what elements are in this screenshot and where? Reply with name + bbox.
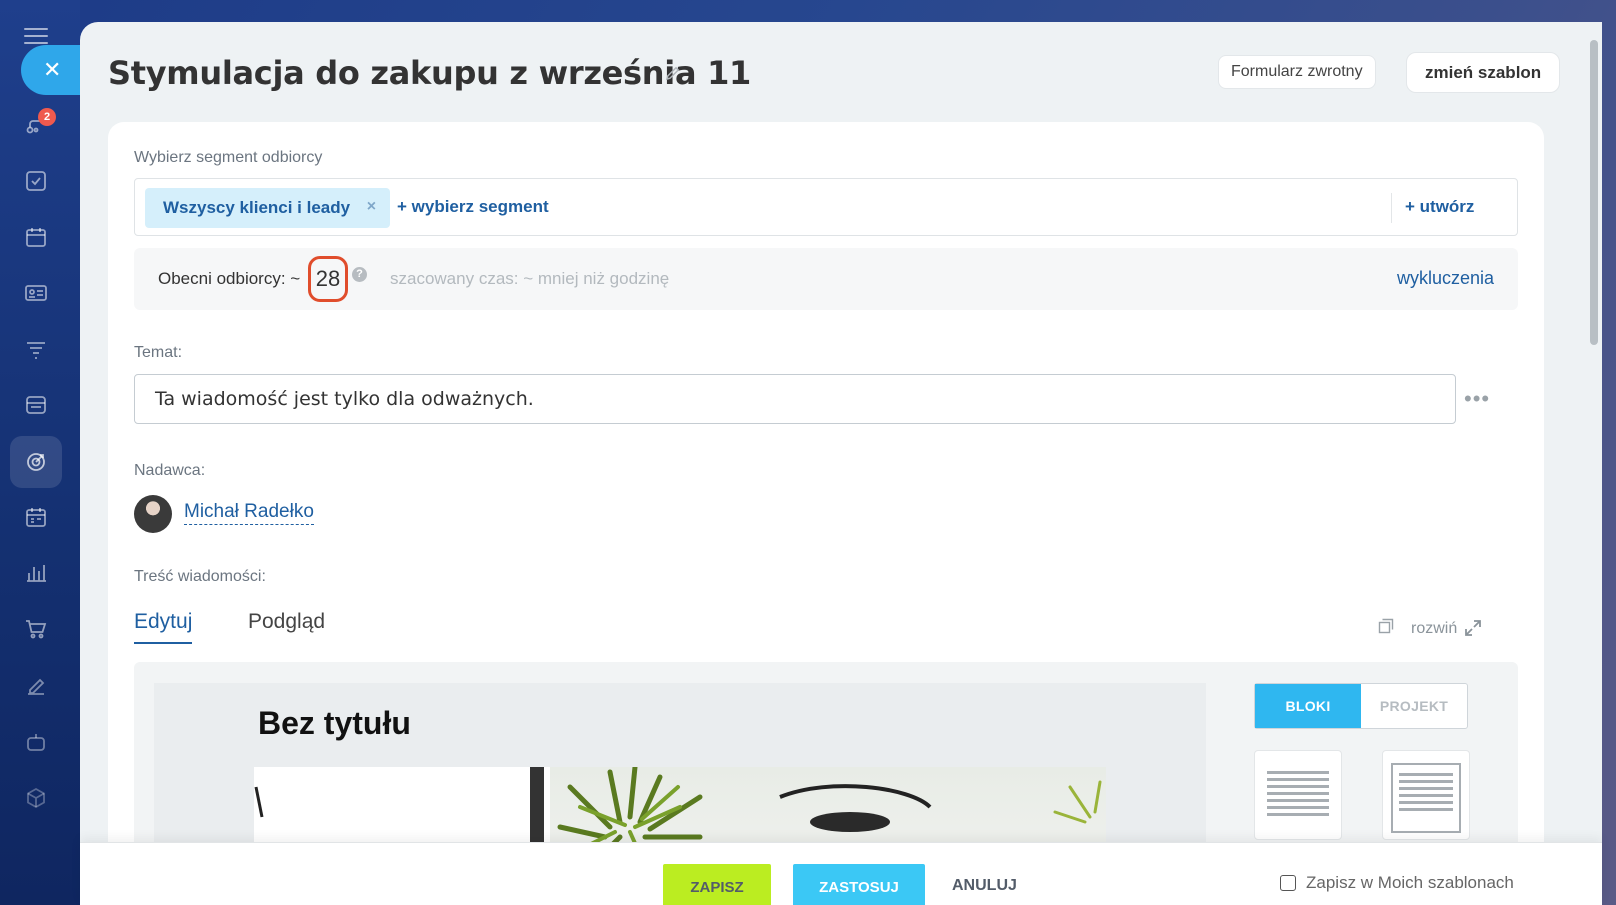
- recipients-bar: Obecni odbiorcy: ~ 28 ? szacowany czas: …: [134, 248, 1518, 310]
- tab-preview[interactable]: Podgląd: [248, 610, 325, 634]
- segment-chip[interactable]: Wszyscy klienci i leady ×: [145, 188, 391, 228]
- scrollbar[interactable]: [1590, 40, 1598, 345]
- project-mode-button[interactable]: PROJEKT: [1361, 684, 1467, 728]
- store-icon[interactable]: [22, 391, 50, 419]
- page-title: Stymulacja do zakupu z września 11: [108, 54, 752, 92]
- subject-input[interactable]: Ta wiadomość jest tylko dla odważnych.: [134, 374, 1456, 424]
- save-button[interactable]: ZAPISZ: [663, 864, 771, 905]
- divider: [1391, 193, 1392, 223]
- segment-chip-label: Wszyscy klienci i leady: [163, 198, 351, 217]
- subject-label: Temat:: [134, 344, 183, 361]
- action-footer: ZAPISZ ZASTOSUJ ANULUJ Zapisz w Moich sz…: [80, 842, 1602, 905]
- apply-button[interactable]: ZASTOSUJ: [793, 864, 925, 905]
- new-window-icon[interactable]: [1378, 618, 1394, 634]
- recipients-count: 28: [308, 256, 348, 302]
- canvas-title[interactable]: Bez tytułu: [258, 705, 411, 742]
- change-template-button[interactable]: zmień szablon: [1406, 52, 1561, 93]
- tab-edit[interactable]: Edytuj: [134, 610, 193, 644]
- create-segment-link[interactable]: + utwórz: [1405, 197, 1474, 217]
- calendar-icon[interactable]: [22, 223, 50, 251]
- notification-badge: 2: [38, 108, 56, 126]
- text-block-thumbnail[interactable]: [1254, 750, 1342, 840]
- exclusions-link[interactable]: wykluczenia: [1397, 268, 1494, 289]
- cancel-button[interactable]: ANULUJ: [952, 877, 1017, 895]
- funnel-icon[interactable]: [22, 336, 50, 364]
- expand-icon[interactable]: [1464, 619, 1482, 637]
- analytics-icon[interactable]: [22, 559, 50, 587]
- menu-icon[interactable]: [24, 28, 48, 44]
- chip-remove-icon[interactable]: ×: [367, 198, 376, 216]
- save-template-checkbox[interactable]: [1280, 875, 1296, 891]
- mailing-editor-panel: Stymulacja do zakupu z września 11 Formu…: [80, 22, 1602, 905]
- contact-card-icon[interactable]: [22, 279, 50, 307]
- close-icon: ✕: [43, 57, 62, 82]
- boxed-text-block-thumbnail[interactable]: [1382, 750, 1470, 840]
- segment-selector[interactable]: Wszyscy klienci i leady × + wybierz segm…: [134, 178, 1518, 236]
- estimated-time: szacowany czas: ~ mniej niż godzinę: [390, 269, 670, 288]
- content-label: Treść wiadomości:: [134, 568, 266, 585]
- schedule-icon[interactable]: [22, 503, 50, 531]
- tasks-icon[interactable]: [22, 167, 50, 195]
- sender-name-link[interactable]: Michał Radełko: [184, 501, 314, 525]
- blocks-mode-button[interactable]: BLOKI: [1255, 684, 1361, 728]
- avatar: [134, 495, 172, 533]
- save-template-label: Zapisz w Moich szablonach: [1306, 873, 1514, 892]
- box-icon[interactable]: [22, 784, 50, 812]
- sign-icon[interactable]: [22, 672, 50, 700]
- edit-pencil-icon[interactable]: [664, 64, 682, 82]
- editor-mode-toggle: BLOKI PROJEKT: [1254, 683, 1468, 729]
- cart-icon[interactable]: [22, 615, 50, 643]
- robot-icon[interactable]: [22, 728, 50, 756]
- segment-label: Wybierz segment odbiorcy: [134, 149, 323, 166]
- mailing-form-card: Wybierz segment odbiorcy Wszyscy klienci…: [108, 122, 1544, 905]
- sender-label: Nadawca:: [134, 462, 206, 479]
- save-template-option[interactable]: Zapisz w Moich szablonach: [1280, 873, 1514, 893]
- more-options-icon[interactable]: •••: [1464, 386, 1490, 412]
- expand-label[interactable]: rozwiń: [1411, 620, 1457, 638]
- left-sidebar: ✕ 2: [0, 0, 91, 905]
- help-icon[interactable]: ?: [352, 267, 367, 282]
- marketing-target-icon[interactable]: [10, 436, 62, 488]
- feedback-form-button[interactable]: Formularz zwrotny: [1218, 55, 1376, 89]
- select-segment-link[interactable]: + wybierz segment: [397, 197, 549, 217]
- recipients-label: Obecni odbiorcy: ~: [158, 269, 301, 288]
